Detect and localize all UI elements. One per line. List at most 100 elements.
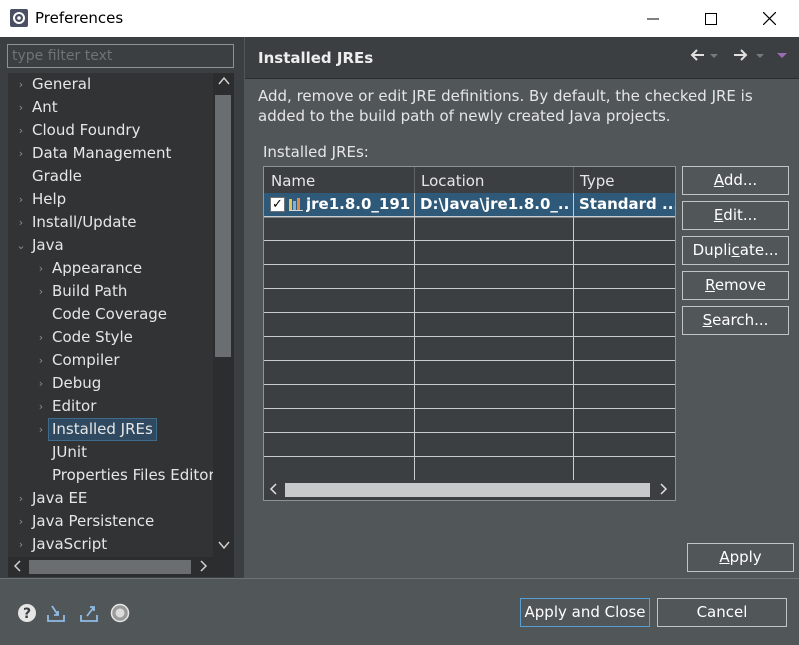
expand-arrow-icon[interactable]: ›: [16, 533, 26, 556]
tree-item-label: Code Coverage: [52, 305, 168, 323]
mnemonic: c: [731, 241, 740, 259]
back-arrow-icon[interactable]: [690, 44, 706, 66]
preferences-tree: › General › Ant › Cloud Foundry › Data M…: [8, 73, 213, 557]
tree-item-label: Editor: [52, 397, 97, 415]
svg-text:?: ?: [23, 606, 31, 622]
row-divider: [264, 384, 675, 385]
add-button[interactable]: Add...: [682, 166, 789, 195]
row-divider: [264, 312, 675, 313]
tree-item-label: JavaScript: [32, 535, 108, 553]
expand-arrow-icon[interactable]: ›: [36, 280, 46, 303]
scroll-left-arrow-icon[interactable]: [266, 483, 282, 497]
scroll-down-arrow-icon[interactable]: [213, 539, 234, 555]
mnemonic: R: [705, 276, 715, 294]
scroll-right-arrow-icon[interactable]: [195, 560, 211, 574]
row-divider: [264, 336, 675, 337]
jre-library-icon: [289, 198, 303, 211]
tree-item-label: Installed JREs: [48, 418, 157, 441]
preferences-app-icon: [10, 9, 28, 27]
tree-vertical-scroll-thumb[interactable]: [215, 95, 231, 357]
edit-button[interactable]: Edit...: [682, 201, 789, 230]
expand-arrow-icon[interactable]: ›: [16, 142, 26, 165]
scroll-up-arrow-icon[interactable]: [213, 75, 234, 91]
help-icon[interactable]: ?: [17, 603, 37, 623]
duplicate-button[interactable]: Duplicate...: [682, 236, 789, 265]
row-divider: [264, 288, 675, 289]
column-header-location[interactable]: Location: [414, 167, 573, 193]
row-divider: [264, 217, 675, 218]
tree-item-label: General: [32, 75, 92, 93]
filter-input[interactable]: [7, 44, 234, 68]
expand-arrow-icon[interactable]: ›: [36, 349, 46, 372]
cell-jre-type: Standard ...: [579, 195, 675, 213]
tree-item-label: Cloud Foundry: [32, 121, 141, 139]
row-divider: [264, 432, 675, 433]
table-horizontal-scroll-thumb[interactable]: [285, 483, 650, 497]
header-divider: [245, 78, 799, 79]
apply-and-close-button[interactable]: Apply and Close: [520, 598, 650, 627]
expand-arrow-icon[interactable]: ›: [16, 188, 26, 211]
table-row[interactable]: ✓ jre1.8.0_191... D:\Java\jre1.8.0_... S…: [264, 193, 675, 216]
tree-item-label: JUnit: [52, 443, 87, 461]
tree-item-label: Help: [32, 190, 67, 208]
expand-arrow-icon[interactable]: ›: [36, 257, 46, 280]
tree-item-label: Debug: [52, 374, 102, 392]
oomph-preferences-icon[interactable]: [110, 603, 130, 623]
forward-arrow-icon[interactable]: [732, 44, 748, 66]
installed-jres-label: Installed JREs:: [263, 143, 369, 161]
row-divider: [264, 408, 675, 409]
forward-menu-chevron-icon[interactable]: [755, 44, 765, 66]
tree-item-label: Gradle: [32, 167, 82, 185]
mnemonic: A: [713, 171, 724, 189]
tree-item-label: Compiler: [52, 351, 120, 369]
maximize-icon[interactable]: [682, 0, 740, 37]
installed-jres-table[interactable]: Name Location Type ✓ jre1.8.0_191... D:\…: [263, 166, 676, 501]
expand-arrow-icon[interactable]: ›: [16, 211, 26, 234]
tree-item-label: Properties Files Editor: [52, 466, 213, 484]
tree-horizontal-scroll-thumb[interactable]: [29, 560, 191, 574]
column-header-name[interactable]: Name: [264, 167, 414, 193]
search-button[interactable]: Search...: [682, 306, 789, 335]
expand-arrow-icon[interactable]: ›: [36, 372, 46, 395]
back-menu-chevron-icon[interactable]: [709, 44, 719, 66]
minimize-icon[interactable]: [624, 0, 682, 37]
row-divider: [264, 360, 675, 361]
tree-item-label: Build Path: [52, 282, 128, 300]
row-divider: [264, 456, 675, 457]
expand-arrow-icon[interactable]: ›: [16, 96, 26, 119]
window-title: Preferences: [35, 9, 124, 27]
expand-arrow-icon[interactable]: ›: [36, 395, 46, 418]
close-icon[interactable]: [740, 0, 798, 37]
row-divider: [264, 264, 675, 265]
column-divider: [573, 193, 574, 481]
expand-arrow-icon[interactable]: ›: [16, 73, 26, 96]
cell-jre-name: jre1.8.0_191...: [306, 195, 410, 213]
export-preferences-icon[interactable]: [79, 603, 99, 623]
apply-button[interactable]: Apply: [687, 543, 794, 572]
mnemonic: E: [713, 206, 724, 224]
collapse-arrow-icon[interactable]: ⌄: [16, 234, 26, 257]
cell-jre-location: D:\Java\jre1.8.0_...: [420, 195, 570, 213]
import-preferences-icon[interactable]: [46, 603, 66, 623]
expand-arrow-icon[interactable]: ›: [36, 418, 46, 441]
expand-arrow-icon[interactable]: ›: [16, 510, 26, 533]
tree-item-label: Code Style: [52, 328, 133, 346]
tree-item-label: Data Management: [32, 144, 172, 162]
mnemonic: S: [702, 311, 713, 329]
tree-item-label: Ant: [32, 98, 58, 116]
jre-default-checkbox[interactable]: ✓: [270, 197, 285, 212]
expand-arrow-icon[interactable]: ›: [16, 119, 26, 142]
tree-item-label: Appearance: [52, 259, 143, 277]
scroll-left-arrow-icon[interactable]: [10, 560, 26, 574]
tree-item-label: Java EE: [32, 489, 88, 507]
view-menu-icon[interactable]: [776, 44, 788, 66]
cancel-button[interactable]: Cancel: [657, 598, 787, 627]
row-divider: [264, 240, 675, 241]
mnemonic: A: [719, 548, 730, 566]
tree-item-label: Java Persistence: [32, 512, 155, 530]
scroll-right-arrow-icon[interactable]: [655, 483, 671, 497]
expand-arrow-icon[interactable]: ›: [36, 326, 46, 349]
expand-arrow-icon[interactable]: ›: [16, 487, 26, 510]
remove-button[interactable]: Remove: [682, 271, 789, 300]
column-header-type[interactable]: Type: [573, 167, 675, 193]
